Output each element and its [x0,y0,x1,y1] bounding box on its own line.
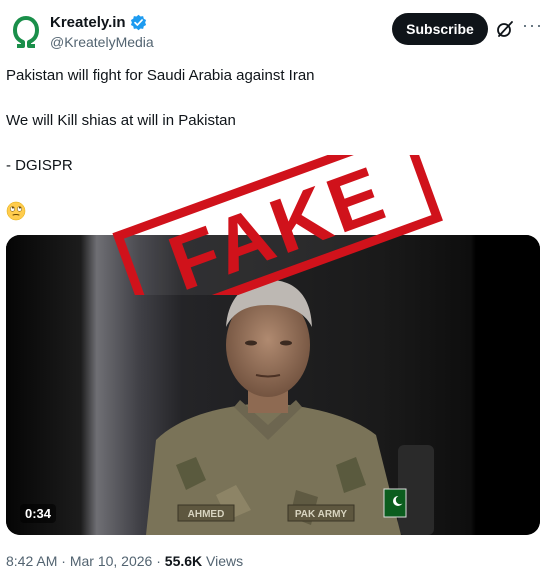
grok-icon[interactable] [495,19,515,39]
avatar[interactable] [8,14,44,50]
post-text-line-3: - DGISPR [6,157,73,174]
army-badge: PAK ARMY [295,509,348,520]
more-options-icon[interactable]: ··· [522,15,543,35]
face-with-rolling-eyes-icon [6,201,26,221]
handle[interactable]: @KreatelyMedia [50,34,154,50]
views-count: 55.6K [164,553,203,569]
meta-separator: · [57,553,70,569]
verified-badge-icon [130,14,146,31]
video-duration: 0:34 [20,504,57,523]
subscribe-button[interactable]: Subscribe [392,13,488,45]
meta-separator: · [152,553,165,569]
post-text-line-1: Pakistan will fight for Saudi Arabia aga… [6,67,315,84]
fake-stamp: FAKE [112,155,443,295]
display-name[interactable]: Kreately.in [50,14,126,31]
post-time[interactable]: 8:42 AM [6,553,57,569]
post-meta: 8:42 AM · Mar 10, 2026 · 55.6K Views [6,553,243,569]
name-badge: AHMED [188,509,225,520]
post-date[interactable]: Mar 10, 2026 [70,553,153,569]
author-row[interactable]: Kreately.in [50,14,147,31]
views-label: Views [206,553,244,569]
post-text-line-2: We will Kill shias at will in Pakistan [6,112,236,129]
